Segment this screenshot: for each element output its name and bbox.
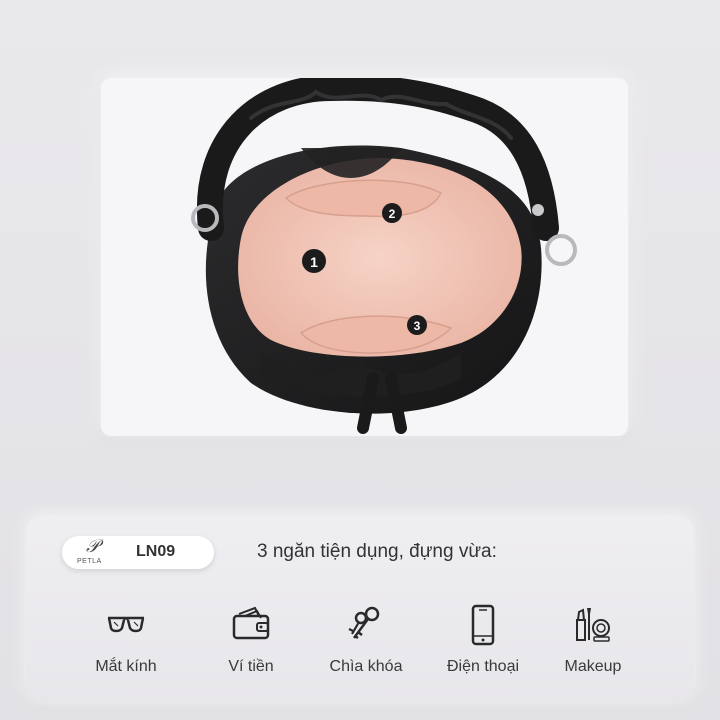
- svg-text:1: 1: [310, 254, 318, 270]
- makeup-icon: [576, 608, 610, 642]
- bucket-bag-photo: 1 2 3: [191, 78, 577, 434]
- item-label: Makeup: [564, 658, 622, 675]
- compartment-marker-2: 2: [382, 203, 402, 223]
- phone-icon: [471, 604, 495, 646]
- list-item-glasses: Mắt kính: [66, 604, 186, 676]
- list-item-keys: Chìa khóa: [306, 604, 426, 676]
- item-label: Chìa khóa: [329, 658, 403, 675]
- svg-text:2: 2: [389, 207, 396, 221]
- headline: 3 ngăn tiện dụng, đựng vừa:: [257, 541, 497, 562]
- model-code: LN09: [136, 543, 176, 560]
- petla-logo-mark: 𝒫: [86, 536, 99, 557]
- info-panel: 𝒫 PETLA LN09 3 ngăn tiện dụng, đựng vừa:…: [26, 516, 694, 702]
- glasses-icon: [107, 616, 145, 633]
- petla-logo: 𝒫 PETLA: [74, 536, 114, 568]
- item-label: Mắt kính: [95, 658, 157, 675]
- list-item-phone: Điện thoại: [423, 604, 543, 676]
- logo-text: PETLA: [77, 558, 102, 565]
- svg-text:3: 3: [414, 319, 421, 333]
- product-photo-card: 1 2 3: [101, 78, 628, 436]
- list-item-wallet: Ví tiền: [191, 604, 311, 676]
- compartment-marker-3: 3: [407, 315, 427, 335]
- wallet-icon: [232, 606, 270, 640]
- brand-pill: 𝒫 PETLA LN09: [62, 536, 214, 569]
- fit-items-list: Mắt kính Ví tiền Chìa khóa Điện thoại Ma…: [26, 604, 694, 684]
- item-label: Ví tiền: [228, 658, 274, 675]
- compartment-marker-1: 1: [302, 249, 326, 273]
- list-item-makeup: Makeup: [533, 604, 653, 676]
- right-ring: [545, 234, 577, 266]
- item-label: Điện thoại: [446, 658, 520, 675]
- keys-icon: [348, 606, 380, 640]
